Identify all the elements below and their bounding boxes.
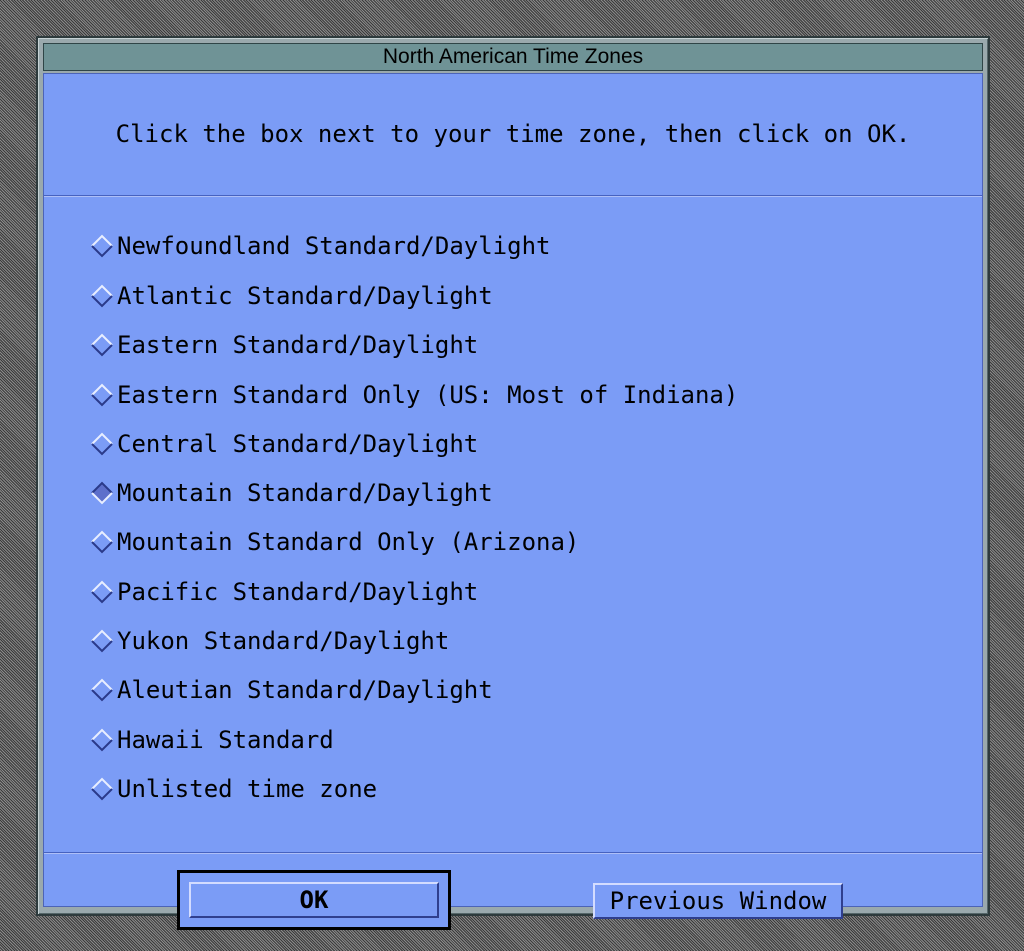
option-central[interactable]: Central Standard/Daylight bbox=[90, 424, 478, 464]
option-mountain-standard-only[interactable]: Mountain Standard Only (Arizona) bbox=[90, 522, 579, 562]
diamond-radio-icon[interactable] bbox=[90, 234, 114, 258]
diamond-radio-icon[interactable] bbox=[90, 383, 114, 407]
window-title[interactable]: North American Time Zones bbox=[43, 43, 983, 71]
option-label: Mountain Standard/Daylight bbox=[117, 479, 493, 507]
diamond-radio-icon[interactable] bbox=[90, 333, 114, 357]
option-label: Central Standard/Daylight bbox=[117, 430, 479, 458]
option-mountain[interactable]: Mountain Standard/Daylight bbox=[90, 473, 493, 513]
button-bar: OK Previous Window bbox=[44, 852, 982, 930]
option-eastern[interactable]: Eastern Standard/Daylight bbox=[90, 325, 478, 365]
option-label: Aleutian Standard/Daylight bbox=[117, 676, 493, 704]
diamond-radio-icon[interactable] bbox=[90, 580, 114, 604]
option-newfoundland[interactable]: Newfoundland Standard/Daylight bbox=[90, 226, 550, 266]
diamond-radio-icon[interactable] bbox=[90, 777, 114, 801]
option-label: Pacific Standard/Daylight bbox=[117, 578, 479, 606]
diamond-radio-icon[interactable] bbox=[90, 284, 114, 308]
diamond-radio-icon[interactable] bbox=[90, 728, 114, 752]
ok-button[interactable]: OK bbox=[189, 882, 439, 918]
option-label: Eastern Standard/Daylight bbox=[117, 331, 479, 359]
option-label: Unlisted time zone bbox=[117, 775, 378, 803]
diamond-radio-icon[interactable] bbox=[90, 530, 114, 554]
option-label: Hawaii Standard bbox=[117, 726, 334, 754]
option-yukon[interactable]: Yukon Standard/Daylight bbox=[90, 621, 449, 661]
option-atlantic[interactable]: Atlantic Standard/Daylight bbox=[90, 276, 493, 316]
dialog-body: Click the box next to your time zone, th… bbox=[43, 73, 983, 930]
previous-window-button[interactable]: Previous Window bbox=[593, 883, 843, 919]
default-button-ring: OK bbox=[177, 870, 451, 930]
option-label: Yukon Standard/Daylight bbox=[117, 627, 450, 655]
option-label: Newfoundland Standard/Daylight bbox=[117, 232, 551, 260]
time-zone-options: Newfoundland Standard/Daylight Atlantic … bbox=[44, 196, 982, 852]
diamond-radio-icon[interactable] bbox=[90, 629, 114, 653]
diamond-radio-icon[interactable] bbox=[90, 678, 114, 702]
time-zone-dialog: North American Time Zones Click the box … bbox=[36, 36, 990, 930]
option-pacific[interactable]: Pacific Standard/Daylight bbox=[90, 572, 478, 612]
option-eastern-standard-only[interactable]: Eastern Standard Only (US: Most of India… bbox=[90, 375, 738, 415]
option-hawaii[interactable]: Hawaii Standard bbox=[90, 720, 334, 760]
option-label: Mountain Standard Only (Arizona) bbox=[117, 528, 580, 556]
instruction-text: Click the box next to your time zone, th… bbox=[44, 74, 982, 196]
option-unlisted[interactable]: Unlisted time zone bbox=[90, 769, 377, 809]
option-label: Atlantic Standard/Daylight bbox=[117, 282, 493, 310]
diamond-radio-icon[interactable] bbox=[90, 481, 114, 505]
diamond-radio-icon[interactable] bbox=[90, 432, 114, 456]
option-label: Eastern Standard Only (US: Most of India… bbox=[117, 381, 739, 409]
option-aleutian[interactable]: Aleutian Standard/Daylight bbox=[90, 670, 493, 710]
